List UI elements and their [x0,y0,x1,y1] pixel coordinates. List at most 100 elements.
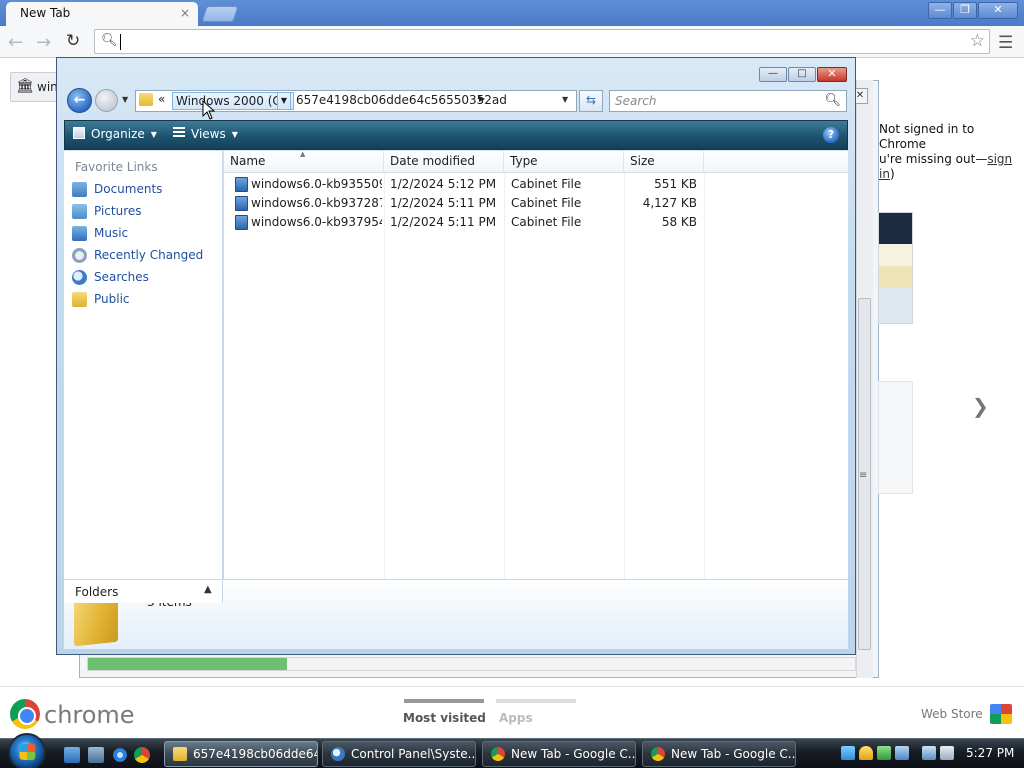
tray-display-icon[interactable] [895,746,909,760]
chevron-down-icon[interactable]: ▼ [277,92,291,110]
taskbar-button-chrome[interactable]: New Tab - Google C... [482,741,636,767]
column-header-type[interactable]: Type [504,151,624,173]
switch-windows-icon[interactable] [88,747,104,763]
tray-monitor-icon[interactable] [922,746,936,760]
column-header-label: Date modified [390,154,476,168]
search-input[interactable]: Search 🔍︎ [609,90,847,112]
organize-button[interactable]: Organize ▼ [73,127,157,145]
show-desktop-icon[interactable] [64,747,80,763]
back-arrow-icon[interactable]: ← [67,88,92,113]
new-tab-button[interactable] [201,6,239,22]
tab-most-visited[interactable]: Most visited [403,711,486,725]
section-indicator [404,699,484,703]
recent-pages-chevron-icon[interactable]: ▼ [122,95,128,104]
ntp-footer: chrome Most visited Apps Web Store [0,686,1024,736]
chrome-close-button[interactable]: ✕ [978,2,1018,19]
taskbar: 657e4198cb06dde64... Control Panel\Syste… [0,733,1024,768]
explorer-minimize-button[interactable]: — [759,67,787,82]
omnibox-input[interactable]: 🔍︎ ☆ [94,29,990,54]
favorite-links-heading: Favorite Links [75,160,158,174]
taskbar-button-label: New Tab - Google C... [671,747,796,761]
views-icon [173,127,185,139]
breadcrumb-drive[interactable]: Windows 2000 (C:) [172,92,294,110]
clock[interactable]: 5:27 PM [966,746,1014,760]
column-header-date-modified[interactable]: Date modified [384,151,504,173]
file-date: 1/2/2024 5:12 PM [390,177,497,191]
tray-network-icon[interactable] [841,746,855,760]
chevron-up-icon[interactable]: ▲ [204,584,212,595]
forward-arrow-icon[interactable]: → [36,32,51,53]
help-icon[interactable]: ? [823,127,839,143]
column-header-name[interactable]: Name ▲ [224,150,384,173]
chrome-icon[interactable] [134,747,150,763]
chrome-restore-button[interactable]: ❐ [953,2,977,19]
column-header-row: Name ▲ Date modified Type Size [224,150,848,173]
tab-new-tab[interactable]: New Tab × [6,2,198,26]
file-row[interactable]: windows6.0-kb935509-... 1/2/2024 5:12 PM… [224,175,704,194]
chevron-right-icon[interactable]: ❯ [972,394,989,418]
search-placeholder: Search [615,94,657,108]
favorite-link-label: Searches [94,270,149,284]
file-name: windows6.0-kb935509-... [251,177,382,191]
chevron-down-icon[interactable]: ▼ [562,95,568,104]
forward-arrow-icon[interactable] [95,89,118,112]
cabinet-file-icon [235,215,248,230]
history-chevron[interactable]: « [158,92,165,106]
chrome-icon [491,747,505,761]
text-caret [120,34,121,50]
navigation-pane: Favorite Links Documents Pictures Music … [64,151,223,579]
views-button[interactable]: Views ▼ [173,127,238,145]
taskbar-button-explorer[interactable]: 657e4198cb06dde64... [164,741,318,767]
most-visited-thumbnail[interactable] [878,381,913,494]
music-icon [72,226,87,241]
taskbar-button-control-panel[interactable]: Control Panel\Syste... [322,741,476,767]
back-arrow-icon[interactable]: ← [8,32,23,53]
taskbar-button-label: New Tab - Google C... [511,747,636,761]
file-type: Cabinet File [511,215,582,229]
breadcrumb-folder[interactable]: 657e4198cb06dde64c56550352ad [296,93,507,107]
file-row[interactable]: windows6.0-kb937954-... 1/2/2024 5:11 PM… [224,213,704,232]
cabinet-file-icon [235,196,248,211]
folder-icon [139,93,153,106]
tray-volume-muted-icon[interactable] [940,746,954,760]
favorite-link-label: Music [94,226,129,240]
file-row[interactable]: windows6.0-kb937287-... 1/2/2024 5:11 PM… [224,194,704,213]
folders-label: Folders [75,585,119,599]
tab-apps[interactable]: Apps [499,711,533,725]
file-list: Name ▲ Date modified Type Size windows6.0… [224,150,848,579]
folders-toggle[interactable]: Folders ▲ [64,579,223,603]
reload-icon[interactable]: ↻ [66,31,80,51]
file-size: 551 KB [654,177,697,191]
column-header-label: Size [630,154,655,168]
file-name: windows6.0-kb937287-... [251,196,382,210]
taskbar-button-label: 657e4198cb06dde64... [193,747,317,761]
explorer-maximize-button[interactable]: □ [788,67,816,82]
chevron-down-icon: ▼ [150,130,157,139]
most-visited-thumbnail[interactable] [878,212,913,324]
bookmark-chip[interactable]: 🏛︎ win [10,72,60,102]
organize-icon [73,127,85,139]
control-panel-icon [331,747,345,761]
tray-update-icon[interactable] [877,746,891,760]
taskbar-button-chrome[interactable]: New Tab - Google C... [642,741,796,767]
chevron-right-icon[interactable]: ▶ [479,94,485,103]
refresh-icon[interactable]: ⇆ [579,90,603,112]
column-divider [624,173,625,579]
magnifier-icon [72,270,87,285]
clock-icon [72,248,87,263]
internet-explorer-icon[interactable] [112,747,128,763]
column-header-size[interactable]: Size [624,151,704,173]
pictures-icon [72,204,87,219]
star-icon[interactable]: ☆ [970,31,985,51]
signin-status: Not signed in to Chrome [879,122,975,151]
tray-security-shield-icon[interactable] [859,746,873,760]
search-icon[interactable]: 🔍︎ [824,93,841,108]
web-store-link[interactable]: Web Store [921,707,983,721]
progress-bar [87,657,856,671]
tab-close-icon[interactable]: × [180,6,190,20]
hamburger-menu-icon[interactable]: ☰ [998,33,1013,53]
web-store-icon[interactable] [990,704,1012,724]
chrome-minimize-button[interactable]: — [928,2,952,19]
folder-icon [72,292,87,307]
explorer-close-button[interactable]: ✕ [817,67,847,82]
